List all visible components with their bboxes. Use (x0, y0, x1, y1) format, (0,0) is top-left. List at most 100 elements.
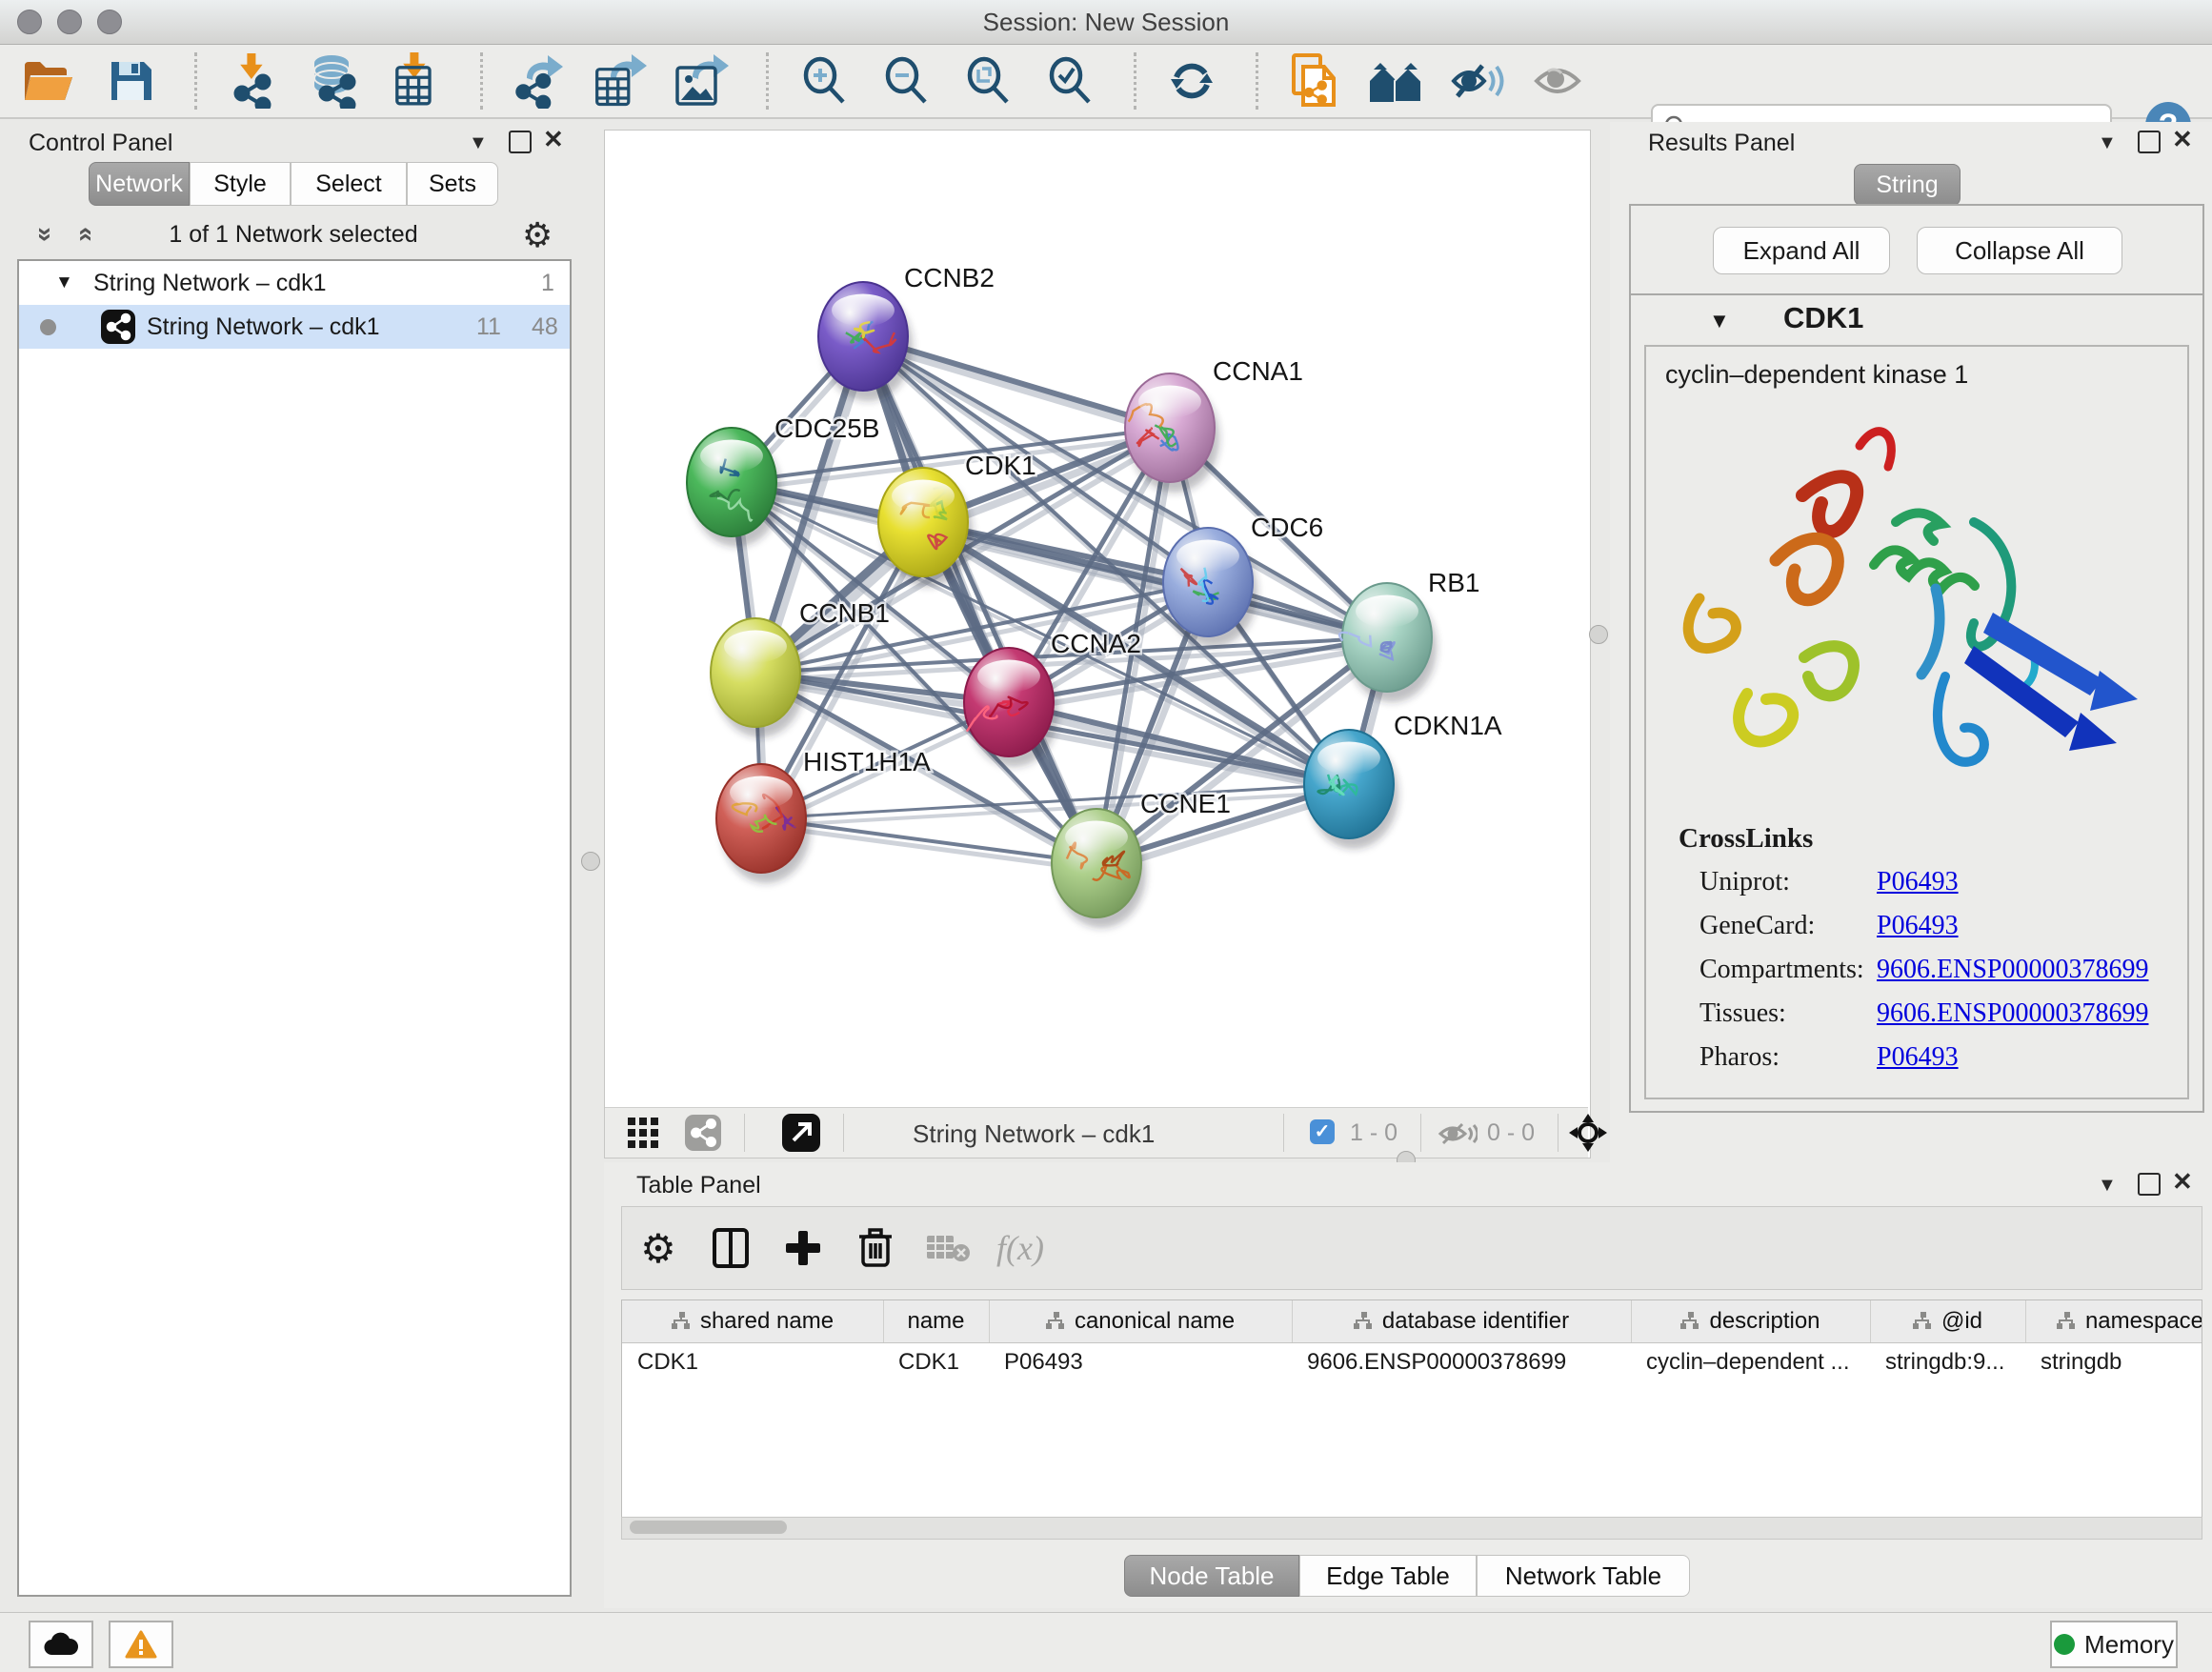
column-header-canonical-name[interactable]: canonical name (989, 1300, 1293, 1342)
zoom-out-icon[interactable] (875, 50, 937, 111)
maximize-panel-icon[interactable] (2138, 131, 2161, 153)
home-icon[interactable] (1364, 50, 1427, 111)
protein-card: ▼ CDK1 cyclin–dependent kinase 1 (1629, 293, 2204, 1113)
node-CDC6[interactable]: CDC6 (1163, 513, 1323, 647)
tab-edge-table[interactable]: Edge Table (1299, 1555, 1477, 1597)
close-panel-icon[interactable]: ✕ (2172, 125, 2193, 154)
collapse-triangle-icon[interactable]: ▼ (1709, 309, 1730, 333)
view-mode-icon[interactable] (685, 1115, 721, 1151)
table-cell[interactable]: stringdb:9... (1870, 1342, 2025, 1382)
function-builder-icon[interactable]: f(x) (984, 1228, 1056, 1268)
maximize-panel-icon[interactable] (509, 131, 532, 153)
network-view-title: String Network – cdk1 (913, 1119, 1155, 1149)
table-panel-title: Table Panel (636, 1172, 761, 1199)
tab-node-table[interactable]: Node Table (1124, 1555, 1299, 1597)
export-network-icon[interactable] (507, 50, 570, 111)
add-column-icon[interactable] (767, 1229, 839, 1267)
current-network-dot (40, 319, 56, 335)
tab-style[interactable]: Style (190, 162, 291, 206)
toolbar-separator (1256, 52, 1258, 110)
maximize-panel-icon[interactable] (2138, 1173, 2161, 1196)
table-hscrollbar[interactable] (621, 1517, 2202, 1540)
float-panel-icon[interactable]: ▼ (469, 132, 488, 154)
crosslink-link[interactable]: P06493 (1877, 1042, 1959, 1073)
table-cell[interactable]: stringdb (2025, 1342, 2202, 1382)
node-label-CCNB1: CCNB1 (799, 598, 890, 628)
column-header-description[interactable]: description (1631, 1300, 1871, 1342)
table-tabs: Node TableEdge TableNetwork Table (1124, 1555, 1690, 1597)
node-RB1[interactable]: RB1 (1339, 568, 1479, 702)
toolbar-separator (1134, 52, 1136, 110)
zoom-in-icon[interactable] (793, 50, 855, 111)
gear-icon[interactable]: ⚙ (622, 1225, 694, 1272)
table-cell[interactable]: CDK1 (622, 1342, 883, 1382)
network-collection-row[interactable]: ▼ String Network – cdk1 1 (19, 261, 570, 305)
network-row[interactable]: String Network – cdk1 11 48 (19, 305, 570, 349)
table-toolbar: ⚙ f(x) (621, 1206, 2202, 1290)
column-header-namespace[interactable]: namespace (2025, 1300, 2202, 1342)
import-database-icon[interactable] (303, 50, 366, 111)
import-network-icon[interactable] (221, 50, 284, 111)
cytoscape-window: { "window": {"title": "Session: New Sess… (0, 0, 2212, 1671)
float-panel-icon[interactable]: ▼ (2098, 1175, 2117, 1197)
table-cell[interactable]: cyclin–dependent ... (1631, 1342, 1870, 1382)
tab-sets[interactable]: Sets (407, 162, 498, 206)
export-image-icon[interactable] (671, 50, 734, 111)
float-panel-icon[interactable]: ▼ (2098, 132, 2117, 154)
warnings-button[interactable] (109, 1621, 173, 1668)
column-header-database-identifier[interactable]: database identifier (1292, 1300, 1632, 1342)
gear-icon[interactable]: ⚙ (522, 215, 553, 255)
node-label-RB1: RB1 (1428, 568, 1479, 597)
show-all-icon[interactable] (1528, 50, 1591, 111)
export-table-icon[interactable] (589, 50, 652, 111)
tab-network-table[interactable]: Network Table (1477, 1555, 1690, 1597)
tab-select[interactable]: Select (291, 162, 407, 206)
collapse-all-button[interactable]: Collapse All (1917, 227, 2122, 274)
clone-network-icon[interactable] (1282, 50, 1345, 111)
close-panel-icon[interactable]: ✕ (543, 125, 564, 154)
cloud-button[interactable] (29, 1621, 93, 1668)
save-session-icon[interactable] (99, 50, 162, 111)
zoom-fit-icon[interactable] (956, 50, 1019, 111)
crosslink-link[interactable]: P06493 (1877, 867, 1959, 897)
crosslink-link[interactable]: P06493 (1877, 911, 1959, 941)
delete-column-icon[interactable] (839, 1227, 912, 1269)
main-toolbar: ? (0, 45, 2212, 119)
memory-button[interactable]: Memory (2050, 1621, 2178, 1668)
import-table-icon[interactable] (385, 50, 448, 111)
collapse-triangle-icon[interactable]: ▼ (55, 272, 73, 293)
node-CDKN1A[interactable]: CDKN1A (1304, 711, 1502, 849)
crosslink-link[interactable]: 9606.ENSP00000378699 (1877, 998, 2148, 1029)
fit-selected-icon[interactable] (1569, 1114, 1607, 1152)
selected-checkbox[interactable]: ✓ (1310, 1119, 1335, 1144)
results-panel-title: Results Panel (1648, 130, 1795, 157)
scrollbar-thumb[interactable] (630, 1521, 787, 1534)
hide-selected-icon[interactable] (1446, 50, 1509, 111)
open-in-window-icon[interactable] (782, 1114, 820, 1152)
column-header-name[interactable]: name (883, 1300, 990, 1342)
delete-table-icon[interactable] (912, 1232, 984, 1264)
zoom-selected-icon[interactable] (1038, 50, 1101, 111)
open-file-icon[interactable] (17, 50, 80, 111)
warning-icon (125, 1630, 157, 1659)
refresh-icon[interactable] (1160, 50, 1223, 111)
expand-all-button[interactable]: Expand All (1713, 227, 1890, 274)
column-header-shared-name[interactable]: shared name (622, 1300, 884, 1342)
tab-string[interactable]: String (1854, 164, 1961, 206)
network-canvas[interactable]: CCNB2CCNA1CDC25BCDK1CDC6RB1CCNB1CCNA2CDK… (605, 131, 1588, 1106)
tab-network[interactable]: Network (89, 162, 190, 206)
crosslink-link[interactable]: 9606.ENSP00000378699 (1877, 955, 2148, 985)
table-cell[interactable]: P06493 (989, 1342, 1292, 1382)
table-cell[interactable]: 9606.ENSP00000378699 (1292, 1342, 1631, 1382)
memory-label: Memory (2084, 1630, 2174, 1660)
grid-mode-icon[interactable] (628, 1118, 660, 1150)
columns-icon[interactable] (694, 1227, 767, 1269)
table-cell[interactable]: CDK1 (883, 1342, 989, 1382)
right-splitter-handle[interactable] (1589, 625, 1608, 644)
selected-counts: 1 - 0 (1350, 1119, 1398, 1147)
left-splitter-handle[interactable] (581, 852, 600, 871)
node-CCNE1[interactable]: CCNE1 (1052, 789, 1231, 928)
close-panel-icon[interactable]: ✕ (2172, 1167, 2193, 1197)
column-header--id[interactable]: @id (1870, 1300, 2026, 1342)
protein-structure-image (1659, 408, 2174, 817)
